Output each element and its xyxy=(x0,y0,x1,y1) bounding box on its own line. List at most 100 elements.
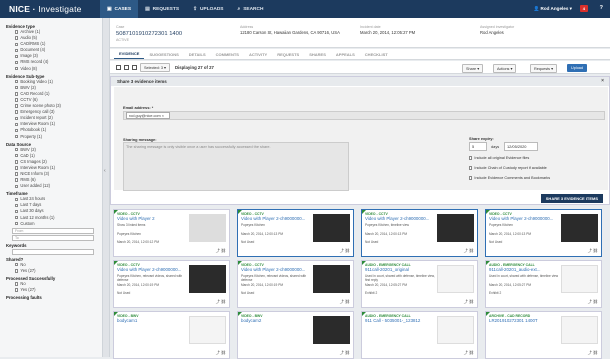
card-actions[interactable]: ⤴ ⛓ xyxy=(340,350,350,356)
link-icon[interactable]: ⛓ xyxy=(345,248,350,253)
checkbox[interactable] xyxy=(15,263,19,267)
card-actions[interactable]: ⤴ ⛓ xyxy=(340,248,350,254)
upload-button[interactable]: Upload xyxy=(567,64,588,72)
evidence-title[interactable]: Video with Player 2-ch9000000... xyxy=(241,216,311,221)
evidence-title[interactable]: LR201910272301 1400T xyxy=(489,318,559,323)
checkbox[interactable] xyxy=(15,110,19,114)
share-icon[interactable]: ⤴ xyxy=(588,350,592,355)
filter-item[interactable]: Custom xyxy=(6,221,102,227)
link-icon[interactable]: ⛓ xyxy=(221,350,226,355)
share-icon[interactable]: ⤴ xyxy=(216,248,220,253)
checkbox[interactable] xyxy=(15,98,19,102)
requests-button[interactable]: Requests ▾ xyxy=(530,64,558,73)
evidence-thumbnail[interactable] xyxy=(189,214,226,242)
filter-faults-title[interactable]: Processing faults xyxy=(6,295,102,300)
checkbox[interactable] xyxy=(15,160,19,164)
help-icon[interactable]: ? xyxy=(600,5,603,11)
evidence-thumbnail[interactable] xyxy=(189,265,226,293)
evidence-title[interactable]: Video with Player 2-ch9000000... xyxy=(117,267,187,272)
checkbox[interactable] xyxy=(15,288,19,292)
share-icon[interactable]: ⤴ xyxy=(588,299,592,304)
checkbox[interactable] xyxy=(15,30,19,34)
list-view-icon[interactable] xyxy=(124,64,129,70)
tab-suggestions[interactable]: SUGGESTIONS xyxy=(144,52,183,59)
option-original-files[interactable]: Include all original Evidence files xyxy=(469,156,529,160)
checkbox[interactable] xyxy=(15,221,19,226)
checkbox[interactable] xyxy=(15,42,19,46)
evidence-card[interactable]: VIDEO - BWV bodycam2 ⤴ ⛓ xyxy=(237,311,354,359)
evidence-title[interactable]: 911 Call - 5035001-_123812 xyxy=(365,318,435,323)
card-actions[interactable]: ⤴ ⛓ xyxy=(340,299,350,305)
filter-item[interactable]: Property (1) xyxy=(6,134,102,140)
email-field[interactable] xyxy=(123,111,605,120)
checkbox[interactable] xyxy=(15,269,19,273)
checkbox[interactable] xyxy=(15,147,19,152)
evidence-thumbnail[interactable] xyxy=(561,214,598,242)
email-chip[interactable]: rod.guy@nice.com × xyxy=(126,112,170,119)
notifications-badge[interactable]: 4 xyxy=(579,5,588,12)
evidence-card[interactable]: AUDIO - EMERGENCY CALL 911call-20201_ori… xyxy=(361,260,478,308)
card-actions[interactable]: ⤴ ⛓ xyxy=(216,350,226,356)
evidence-card[interactable]: VIDEO - CCTV Video with Player 2-ch90000… xyxy=(485,209,602,257)
filter-keywords-title[interactable]: Keywords xyxy=(6,243,102,248)
evidence-title[interactable]: Video with Player 2-ch9000000... xyxy=(365,216,435,221)
checkbox[interactable] xyxy=(15,60,19,65)
evidence-thumbnail[interactable] xyxy=(561,265,598,293)
evidence-thumbnail[interactable] xyxy=(313,214,350,242)
share-icon[interactable]: ⤴ xyxy=(464,248,468,253)
checkbox[interactable] xyxy=(15,66,19,71)
option-chain-of-custody[interactable]: Include Chain of Custody report if avail… xyxy=(469,166,547,170)
checkbox[interactable] xyxy=(15,203,19,208)
evidence-thumbnail[interactable] xyxy=(561,316,598,344)
checkbox[interactable] xyxy=(15,134,19,139)
expiry-days-input[interactable]: 5 xyxy=(469,142,487,151)
close-icon[interactable]: × xyxy=(601,78,604,84)
card-actions[interactable]: ⤴ ⛓ xyxy=(588,248,598,254)
evidence-card[interactable]: VIDEO - BWV bodycam1 ⤴ ⛓ xyxy=(113,311,230,359)
link-icon[interactable]: ⛓ xyxy=(593,248,598,253)
checkbox[interactable] xyxy=(15,80,19,84)
evidence-title[interactable]: Video with Player 2-ch9000000... xyxy=(489,216,559,221)
checkbox[interactable] xyxy=(15,282,19,286)
evidence-card[interactable]: VIDEO - CCTV Video with Player 2-ch90000… xyxy=(237,260,354,308)
filter-item[interactable]: Yes (27) xyxy=(6,268,102,274)
card-actions[interactable]: ⤴ ⛓ xyxy=(464,248,474,254)
grid-view-icon[interactable] xyxy=(116,64,121,70)
evidence-card[interactable]: ARCHIVE - CAD RECORD LR201910272301 1400… xyxy=(485,311,602,359)
checkbox[interactable] xyxy=(15,128,19,133)
nav-uploads[interactable]: ⇪ UPLOADS xyxy=(186,0,230,18)
card-actions[interactable]: ⤴ ⛓ xyxy=(464,299,474,305)
tab-activity[interactable]: ACTIVITY xyxy=(244,52,272,59)
actions-button[interactable]: Actions ▾ xyxy=(493,64,517,73)
checkbox[interactable] xyxy=(15,172,19,176)
app-logo[interactable]: NICE · Investigate xyxy=(0,4,100,14)
share-button[interactable]: Share ▾ xyxy=(462,64,484,73)
evidence-thumbnail[interactable] xyxy=(313,316,350,344)
checkbox[interactable] xyxy=(15,197,19,201)
checkbox[interactable] xyxy=(15,178,19,182)
evidence-thumbnail[interactable] xyxy=(189,316,226,344)
evidence-card[interactable]: AUDIO - EMERGENCY CALL 911call-20201_aud… xyxy=(485,260,602,308)
evidence-card[interactable]: VIDEO - CCTV Video with Player 2-ch90000… xyxy=(361,209,478,257)
checkbox[interactable] xyxy=(15,215,19,220)
evidence-thumbnail[interactable] xyxy=(437,214,474,242)
share-icon[interactable]: ⤴ xyxy=(588,248,592,253)
link-icon[interactable]: ⛓ xyxy=(345,350,350,355)
link-icon[interactable]: ⛓ xyxy=(345,299,350,304)
card-actions[interactable]: ⤴ ⛓ xyxy=(588,350,598,356)
share-icon[interactable]: ⤴ xyxy=(216,299,220,304)
link-icon[interactable]: ⛓ xyxy=(221,248,226,253)
nav-requests[interactable]: ▤ REQUESTS xyxy=(138,0,186,18)
link-icon[interactable]: ⛓ xyxy=(593,299,598,304)
share-icon[interactable]: ⤴ xyxy=(340,350,344,355)
evidence-thumbnail[interactable] xyxy=(437,316,474,344)
evidence-title[interactable]: bodycam2 xyxy=(241,318,311,323)
link-icon[interactable]: ⛓ xyxy=(221,299,226,304)
nav-search[interactable]: ⌕ SEARCH xyxy=(231,0,271,18)
link-icon[interactable]: ⛓ xyxy=(593,350,598,355)
card-actions[interactable]: ⤴ ⛓ xyxy=(464,350,474,356)
checkbox[interactable] xyxy=(15,54,19,59)
checkbox[interactable] xyxy=(15,86,19,90)
link-icon[interactable]: ⛓ xyxy=(469,248,474,253)
checkbox[interactable] xyxy=(15,92,19,96)
